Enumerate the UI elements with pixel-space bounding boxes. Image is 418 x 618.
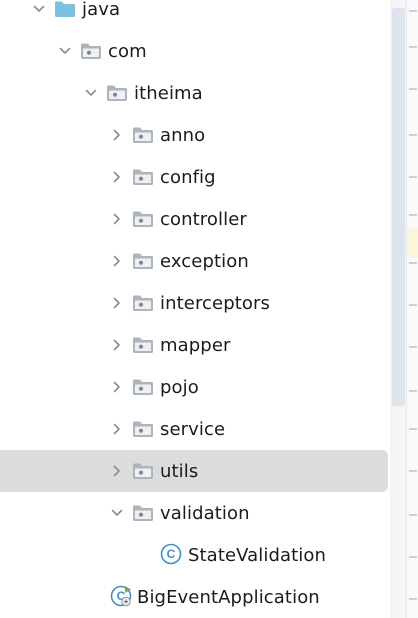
tree-item-label: StateValidation	[188, 545, 327, 566]
tree-item-label: config	[160, 167, 216, 188]
tree-item-label: service	[160, 419, 226, 440]
tree-item-mapper[interactable]: mapper	[0, 324, 390, 360]
tree-item-exception[interactable]: exception	[0, 240, 390, 276]
tree-item-validation[interactable]: validation	[0, 492, 390, 528]
chevron-right-icon[interactable]	[110, 422, 124, 436]
chevron-down-icon[interactable]	[110, 506, 124, 520]
gutter-mark	[409, 598, 417, 600]
tree-item-label: controller	[160, 209, 247, 230]
chevron-down-icon[interactable]	[32, 2, 46, 16]
chevron-down-icon[interactable]	[84, 86, 98, 100]
gutter-mark	[409, 46, 417, 48]
chevron-right-icon[interactable]	[110, 296, 124, 310]
chevron-right-icon[interactable]	[110, 254, 124, 268]
tree-item-label: java	[82, 0, 121, 20]
gutter-mark	[409, 428, 417, 430]
chevron-right-icon[interactable]	[110, 338, 124, 352]
tree-item-itheima[interactable]: itheima	[0, 72, 390, 108]
package-folder-icon	[107, 85, 127, 101]
package-folder-icon	[81, 43, 101, 59]
spring-boot-class-icon: C	[110, 585, 132, 607]
package-folder-icon	[133, 211, 153, 227]
tree-item-label: pojo	[160, 377, 199, 398]
tree-item-label: anno	[160, 125, 206, 146]
tree-item-label: exception	[160, 251, 249, 272]
package-folder-icon	[133, 463, 153, 479]
tree-item-class-statevalidation[interactable]: C StateValidation	[0, 534, 390, 570]
folder-icon	[55, 1, 75, 17]
tree-item-utils[interactable]: utils	[0, 450, 390, 492]
tree-item-label: validation	[160, 503, 250, 524]
tree-item-controller[interactable]: controller	[0, 198, 390, 234]
tree-item-interceptors[interactable]: interceptors	[0, 282, 390, 318]
chevron-right-icon[interactable]	[110, 128, 124, 142]
project-tree-panel: java com itheima anno config controller except…	[0, 0, 418, 618]
package-folder-icon	[133, 505, 153, 521]
chevron-down-icon[interactable]	[58, 44, 72, 58]
package-folder-icon	[133, 127, 153, 143]
tree-item-java[interactable]: java	[0, 0, 390, 24]
gutter-mark	[409, 176, 417, 178]
tree-item-label: BigEventApplication	[137, 587, 320, 608]
tree-item-label: interceptors	[160, 293, 270, 314]
gutter-mark	[409, 134, 417, 136]
gutter-mark	[409, 214, 417, 216]
gutter-mark	[409, 470, 417, 472]
package-folder-icon	[133, 295, 153, 311]
tree-item-class-bigeventapplication[interactable]: C BigEventApplication	[0, 576, 390, 612]
gutter-mark	[409, 514, 417, 516]
tree-item-pojo[interactable]: pojo	[0, 366, 390, 402]
tree-item-label: utils	[160, 461, 199, 482]
tree-item-com[interactable]: com	[0, 30, 390, 66]
gutter-mark	[409, 346, 417, 348]
gutter-mark	[409, 262, 417, 264]
gutter-mark	[409, 304, 417, 306]
package-folder-icon	[133, 421, 153, 437]
gutter-highlight	[407, 228, 418, 258]
gutter-mark	[409, 10, 417, 12]
tree-item-config[interactable]: config	[0, 156, 390, 192]
tree-item-label: com	[108, 41, 147, 62]
gutter-mark	[409, 88, 417, 90]
tree-item-anno[interactable]: anno	[0, 114, 390, 150]
chevron-right-icon[interactable]	[110, 464, 124, 478]
package-folder-icon	[133, 379, 153, 395]
svg-text:C: C	[167, 547, 176, 561]
tree-item-label: itheima	[134, 83, 203, 104]
package-folder-icon	[133, 337, 153, 353]
chevron-right-icon[interactable]	[110, 170, 124, 184]
gutter-mark	[409, 390, 417, 392]
chevron-right-icon[interactable]	[110, 380, 124, 394]
scrollbar-thumb[interactable]	[392, 8, 405, 406]
editor-gutter-strip	[406, 0, 418, 618]
gutter-mark	[409, 556, 417, 558]
package-folder-icon	[133, 253, 153, 269]
tree-item-label: mapper	[160, 335, 231, 356]
package-folder-icon	[133, 169, 153, 185]
chevron-right-icon[interactable]	[110, 212, 124, 226]
java-class-icon: C	[160, 543, 182, 565]
tree-item-service[interactable]: service	[0, 408, 390, 444]
